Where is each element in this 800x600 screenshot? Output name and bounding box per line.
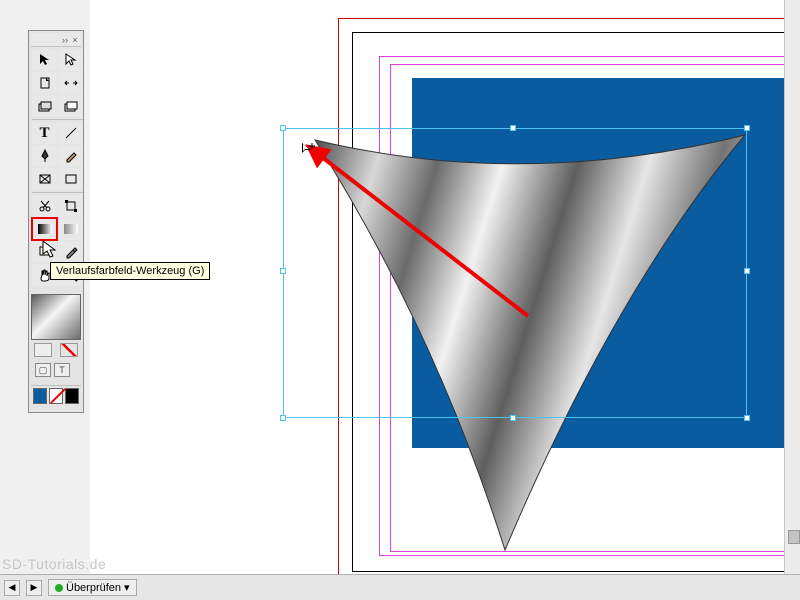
selection-handle[interactable] (744, 268, 750, 274)
fill-stroke-preview[interactable] (31, 294, 81, 340)
tool-grid: T (31, 47, 81, 288)
line-tool[interactable] (58, 122, 83, 144)
content-collector-tool[interactable] (32, 95, 57, 117)
selection-tool[interactable] (32, 49, 57, 71)
default-fill-stroke[interactable] (60, 343, 78, 357)
note-tool[interactable] (32, 241, 57, 263)
selection-handle[interactable] (280, 415, 286, 421)
eyedropper-tool[interactable] (58, 241, 83, 263)
tool-tooltip: Verlaufsfarbfeld-Werkzeug (G) (50, 262, 210, 280)
apply-container-button[interactable]: ▢ (35, 363, 51, 377)
swap-fill-stroke[interactable] (34, 343, 52, 357)
status-bar: ◀ ▶ Überprüfen ▾ (0, 574, 800, 600)
selection-handle[interactable] (280, 268, 286, 274)
close-icon[interactable]: × (71, 36, 79, 44)
selection-handle[interactable] (744, 125, 750, 131)
pen-tool[interactable] (32, 145, 57, 167)
chevron-down-icon: ▾ (124, 581, 130, 594)
vertical-scrollbar[interactable] (784, 0, 800, 574)
collapse-icon[interactable]: ›› (61, 36, 69, 44)
panel-header: ›› × (31, 33, 81, 47)
type-tool[interactable]: T (32, 122, 57, 144)
gradient-swatch-tool[interactable] (32, 218, 57, 240)
free-transform-tool[interactable] (58, 195, 83, 217)
selection-handle[interactable] (280, 125, 286, 131)
rectangle-frame-tool[interactable] (32, 168, 57, 190)
selection-bounding-box (283, 128, 747, 418)
selection-handle[interactable] (510, 415, 516, 421)
selection-handle[interactable] (510, 125, 516, 131)
prev-page-button[interactable]: ◀ (4, 580, 20, 596)
content-placer-tool[interactable] (58, 95, 83, 117)
document-canvas[interactable] (90, 0, 800, 574)
preflight-label: Überprüfen (66, 582, 121, 594)
gradient-cursor-icon (301, 142, 317, 158)
watermark-text: SD-Tutorials.de (2, 556, 106, 572)
preflight-menu[interactable]: Überprüfen ▾ (48, 579, 137, 596)
next-page-button[interactable]: ▶ (26, 580, 42, 596)
gap-tool[interactable] (58, 72, 83, 94)
selection-handle[interactable] (744, 415, 750, 421)
preflight-status-icon (55, 584, 63, 592)
apply-gradient-swatch[interactable] (65, 388, 79, 404)
direct-selection-tool[interactable] (58, 49, 83, 71)
rectangle-tool[interactable] (58, 168, 83, 190)
gradient-feather-tool[interactable] (58, 218, 83, 240)
page-tool[interactable] (32, 72, 57, 94)
apply-text-button[interactable]: T (54, 363, 70, 377)
tools-panel: ›› × T ▢ T (28, 30, 84, 413)
apply-none-swatch[interactable] (49, 388, 63, 404)
apply-color-swatch[interactable] (33, 388, 47, 404)
pencil-tool[interactable] (58, 145, 83, 167)
scissors-tool[interactable] (32, 195, 57, 217)
